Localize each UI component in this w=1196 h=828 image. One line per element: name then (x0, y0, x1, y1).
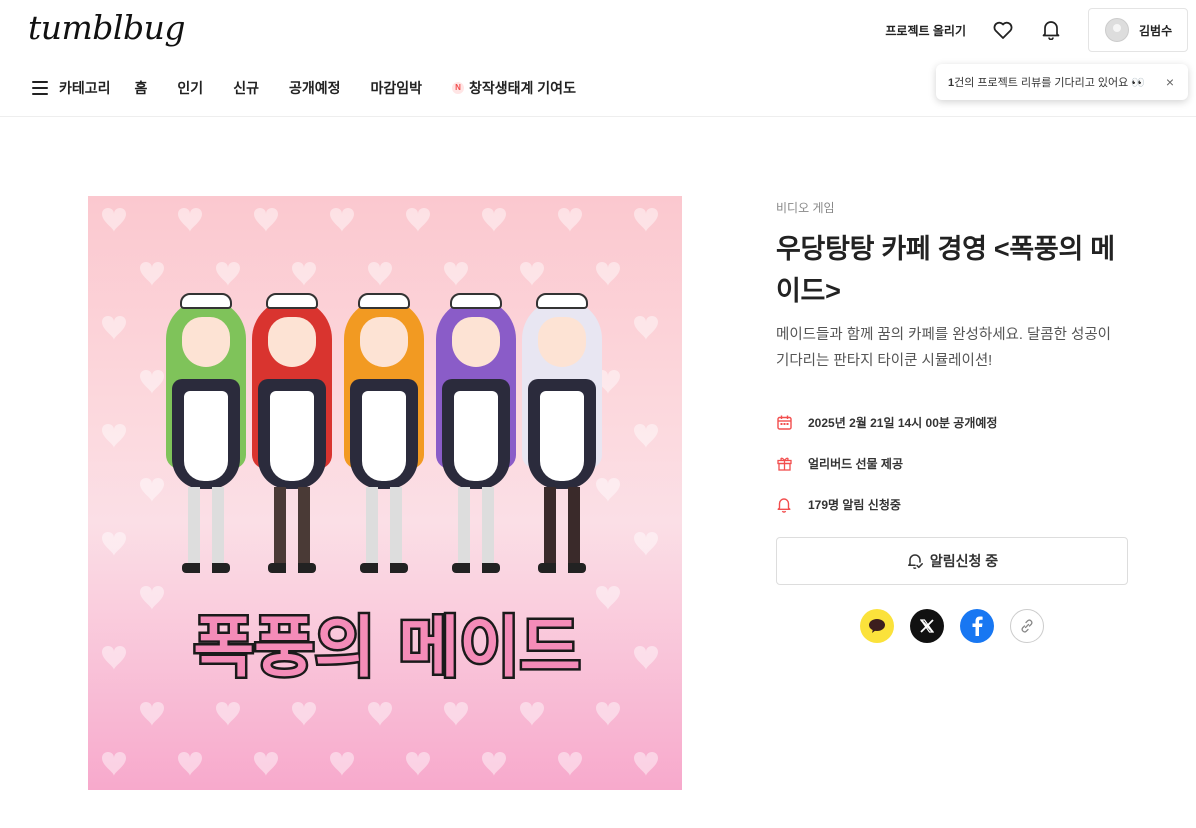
maid-character-red (246, 291, 338, 581)
project-description: 메이드들과 함께 꿈의 카페를 완성하세요. 달콤한 성공이 기다리는 판타지 … (776, 327, 1112, 369)
gift-icon (776, 456, 792, 472)
bell-icon[interactable] (1040, 19, 1062, 41)
maid-character-purple (430, 291, 522, 581)
nav-ecosystem[interactable]: N 창작생태계 기여도 (452, 78, 576, 98)
nav-category[interactable]: 카테고리 (59, 78, 111, 98)
project-title: 우당탕탕 카페 경영 <폭풍의 메이드> (776, 234, 1115, 306)
maid-character-orange (338, 291, 430, 581)
bell-check-icon (906, 552, 924, 570)
maid-character-silver (516, 291, 608, 581)
early-bird-text: 얼리버드 선물 제공 (808, 457, 903, 471)
nav-ending-soon[interactable]: 마감임박 (370, 78, 422, 98)
nav-popular[interactable]: 인기 (177, 78, 203, 98)
user-menu-button[interactable]: 김범수 (1088, 8, 1188, 52)
notify-count-text: 179명 알림 신청중 (808, 498, 901, 512)
facebook-icon[interactable] (960, 609, 994, 643)
link-icon[interactable] (1010, 609, 1044, 643)
game-logo-image: 폭풍의 메이드 (191, 607, 583, 689)
kakao-icon[interactable] (860, 609, 894, 643)
close-icon[interactable]: × (1166, 74, 1174, 90)
nav-new[interactable]: 신규 (233, 78, 259, 98)
nav-home[interactable]: 홈 (135, 78, 148, 98)
notify-subscribed-button[interactable]: 알림신청 중 (776, 537, 1128, 585)
share-buttons (860, 609, 1060, 643)
game-logo-text: 폭풍의 메이드 (193, 609, 580, 686)
review-tooltip: 1건의 프로젝트 리뷰를 기다리고 있어요 👀 × (936, 64, 1188, 100)
launch-date-text: 2025년 2월 21일 14시 00분 공개예정 (808, 416, 998, 430)
user-name: 김범수 (1139, 23, 1173, 38)
tumblbug-logo[interactable]: tumblbug (28, 8, 186, 47)
notify-count-row: 179명 알림 신청중 (776, 484, 1128, 525)
project-image: 폭풍의 메이드 (88, 196, 682, 790)
nav-upcoming[interactable]: 공개예정 (289, 78, 341, 98)
calendar-icon (776, 415, 792, 431)
launch-date-row: 2025년 2월 21일 14시 00분 공개예정 (776, 402, 1128, 443)
project-category[interactable]: 비디오 게임 (776, 196, 1128, 220)
tooltip-text: 1건의 프로젝트 리뷰를 기다리고 있어요 👀 (948, 74, 1145, 90)
project-meta: 2025년 2월 21일 14시 00분 공개예정 얼리버드 선물 제공 179… (776, 402, 1128, 525)
x-icon[interactable] (910, 609, 944, 643)
heart-icon[interactable] (992, 19, 1014, 41)
nav-ecosystem-label: 창작생태계 기여도 (469, 80, 576, 96)
early-bird-row: 얼리버드 선물 제공 (776, 443, 1128, 484)
project-info: 비디오 게임 우당탕탕 카페 경영 <폭풍의 메이드> 메이드들과 함께 꿈의 … (776, 196, 1128, 525)
notify-button-label: 알림신청 중 (929, 553, 999, 569)
tooltip-message: 건의 프로젝트 리뷰를 기다리고 있어요 👀 (954, 77, 1146, 89)
upload-project-link[interactable]: 프로젝트 올리기 (885, 22, 966, 39)
bell-icon (776, 497, 792, 513)
header-actions: 프로젝트 올리기 김범수 (885, 8, 1188, 52)
new-badge: N (452, 82, 465, 95)
maid-character-green (160, 291, 252, 581)
hamburger-icon[interactable] (32, 81, 48, 95)
main-nav: 카테고리 홈 인기 신규 공개예정 마감임박 N 창작생태계 기여도 (32, 76, 606, 100)
avatar (1105, 18, 1129, 42)
